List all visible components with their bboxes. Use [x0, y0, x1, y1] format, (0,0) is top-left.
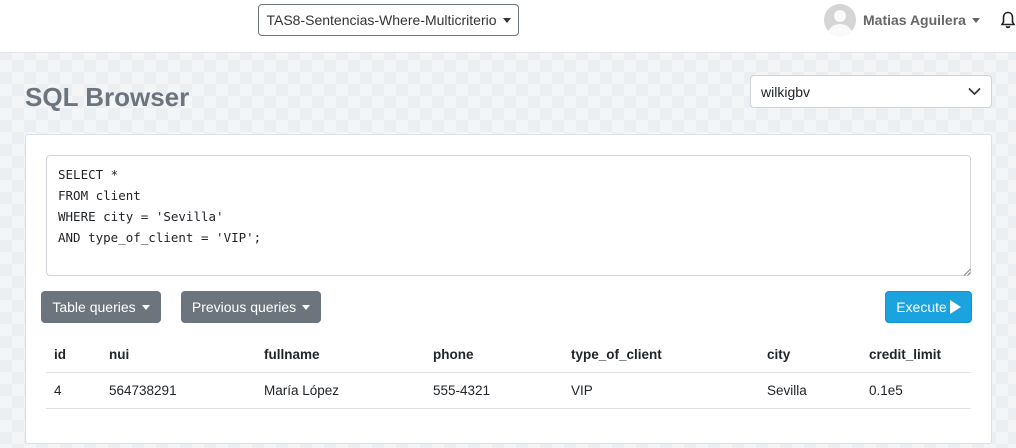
cell-credit-limit: 0.1e5: [861, 372, 971, 409]
table-row: 4 564738291 María López 555-4321 VIP Sev…: [46, 372, 971, 409]
results-table: id nui fullname phone type_of_client cit…: [46, 337, 971, 409]
sql-editor[interactable]: SELECT * FROM client WHERE city = 'Sevil…: [46, 155, 971, 276]
previous-queries-label: Previous queries: [191, 299, 297, 315]
execute-button[interactable]: Execute: [885, 291, 972, 323]
page-title: SQL Browser: [25, 82, 190, 112]
column-header-type-of-client: type_of_client: [563, 337, 759, 373]
table-header-row: id nui fullname phone type_of_client cit…: [46, 337, 971, 373]
chevron-down-icon: [971, 17, 980, 23]
previous-queries-button[interactable]: Previous queries: [181, 291, 321, 323]
resize-grip-icon[interactable]: [963, 268, 971, 276]
course-select-label: TAS8-Sentencias-Where-Multicriterio: [266, 12, 497, 28]
cell-nui: 564738291: [101, 372, 256, 409]
column-header-fullname: fullname: [256, 337, 425, 373]
table-queries-button[interactable]: Table queries: [41, 291, 161, 323]
column-header-id: id: [46, 337, 101, 373]
user-name: Matias Aguilera: [863, 12, 966, 28]
table-queries-label: Table queries: [52, 299, 136, 315]
course-select-dropdown[interactable]: TAS8-Sentencias-Where-Multicriterio: [258, 4, 519, 36]
avatar: [824, 4, 856, 36]
database-select-value: wilkigbv: [761, 83, 811, 100]
cell-phone: 555-4321: [425, 372, 563, 409]
caret-down-icon: [302, 304, 311, 310]
top-navbar: TAS8-Sentencias-Where-Multicriterio Mati…: [0, 0, 1016, 53]
column-header-nui: nui: [101, 337, 256, 373]
column-header-phone: phone: [425, 337, 563, 373]
chevron-down-icon: [502, 17, 511, 23]
cell-fullname: María López: [256, 372, 425, 409]
user-menu[interactable]: Matias Aguilera: [824, 4, 980, 36]
cell-type-of-client: VIP: [563, 372, 759, 409]
caret-down-icon: [141, 304, 150, 310]
query-card: SELECT * FROM client WHERE city = 'Sevil…: [25, 134, 992, 444]
execute-label: Execute: [896, 299, 947, 315]
play-icon: [949, 300, 961, 314]
chevron-down-icon: [968, 88, 981, 95]
database-select[interactable]: wilkigbv: [750, 75, 992, 108]
cell-city: Sevilla: [759, 372, 861, 409]
cell-id: 4: [46, 372, 101, 409]
column-header-city: city: [759, 337, 861, 373]
bell-icon[interactable]: [1000, 11, 1016, 29]
column-header-credit-limit: credit_limit: [861, 337, 971, 373]
